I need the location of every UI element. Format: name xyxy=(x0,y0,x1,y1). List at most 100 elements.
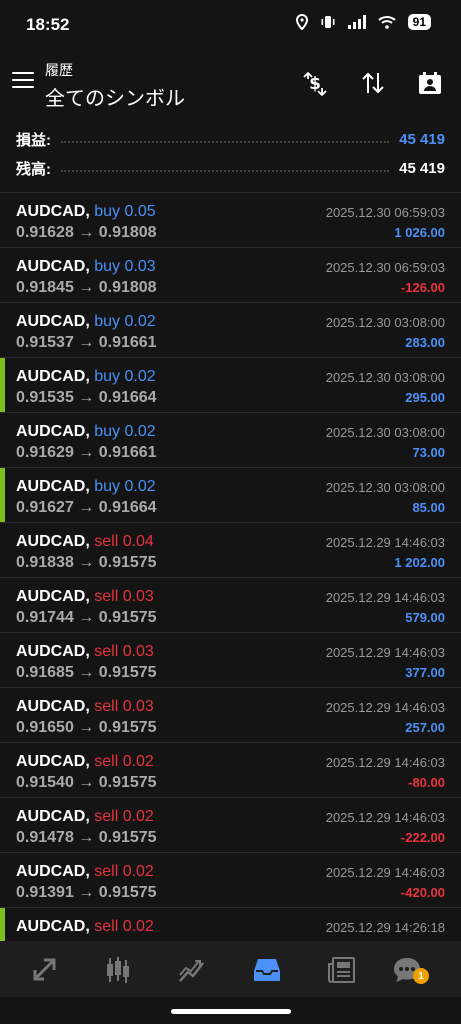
trade-row[interactable]: AUDCAD, sell 0.02 0.91391 → 0.91575 2025.1… xyxy=(0,853,461,908)
trade-prices: 0.91628 → 0.91808 xyxy=(16,224,157,242)
trade-prices: 0.91537 → 0.91661 xyxy=(16,334,157,352)
status-icons: 91 xyxy=(295,14,431,30)
close-price: 0.91575 xyxy=(98,554,157,571)
trade-prices: 0.91478 → 0.91575 xyxy=(16,829,157,847)
arrow-icon: → xyxy=(73,884,99,901)
trade-symbol-line: AUDCAD, buy 0.02 xyxy=(16,368,156,386)
calendar-filter-icon[interactable] xyxy=(415,68,445,98)
position-marker xyxy=(0,908,5,941)
trade-symbol: AUDCAD, xyxy=(16,258,90,275)
vibrate-icon xyxy=(321,16,335,28)
close-price: 0.91664 xyxy=(98,389,157,406)
open-price: 0.91629 xyxy=(16,444,74,461)
arrow-icon: → xyxy=(73,554,99,571)
trade-profit: 257.00 xyxy=(405,720,445,735)
trade-symbol-line: AUDCAD, sell 0.04 xyxy=(16,533,154,551)
trade-symbol-line: AUDCAD, buy 0.02 xyxy=(16,423,156,441)
trade-side: sell 0.02 xyxy=(94,753,154,770)
trade-arrows-icon xyxy=(33,958,56,981)
arrow-icon: → xyxy=(73,829,99,846)
trade-symbol: AUDCAD, xyxy=(16,643,90,660)
trade-symbol: AUDCAD, xyxy=(16,698,90,715)
trend-line-icon xyxy=(179,960,204,982)
open-price: 0.91685 xyxy=(16,664,74,681)
tab-quotes[interactable] xyxy=(176,954,208,986)
trade-symbol-line: AUDCAD, sell 0.03 xyxy=(16,698,154,716)
close-price: 0.91661 xyxy=(98,444,157,461)
trade-row[interactable]: AUDCAD, buy 0.02 0.91535 → 0.91664 2025.12… xyxy=(0,358,461,413)
trade-row[interactable]: AUDCAD, sell 0.04 0.91838 → 0.91575 2025.1… xyxy=(0,523,461,578)
tab-news[interactable] xyxy=(326,954,358,986)
trade-date: 2025.12.30 03:08:00 xyxy=(325,480,445,495)
trade-date: 2025.12.29 14:26:18 xyxy=(325,920,445,935)
trade-row[interactable]: AUDCAD, sell 0.020.91672 → 0.915372025.1… xyxy=(0,908,461,941)
tab-history[interactable] xyxy=(251,954,283,986)
trade-symbol-line: AUDCAD, buy 0.02 xyxy=(16,478,156,496)
trade-row[interactable]: AUDCAD, buy 0.03 0.91845 → 0.91808 2025.12… xyxy=(0,248,461,303)
open-price: 0.91628 xyxy=(16,224,74,241)
trade-symbol-line: AUDCAD, buy 0.03 xyxy=(16,258,156,276)
home-indicator[interactable] xyxy=(171,1009,291,1014)
trade-prices: 0.91650 → 0.91575 xyxy=(16,719,157,737)
trade-row[interactable]: AUDCAD, buy 0.02 0.91629 → 0.91661 2025.12… xyxy=(0,413,461,468)
trade-history-list[interactable]: AUDCAD, buy 0.05 0.91628 → 0.91808 2025.12… xyxy=(0,193,461,941)
arrow-icon: → xyxy=(73,334,99,351)
trade-row[interactable]: AUDCAD, sell 0.02 0.91478 → 0.91575 2025.1… xyxy=(0,798,461,853)
arrow-icon: → xyxy=(73,224,99,241)
dotted-leader xyxy=(61,170,390,172)
trade-date: 2025.12.29 14:46:03 xyxy=(325,700,445,715)
trade-profit: -420.00 xyxy=(400,885,445,900)
trade-symbol: AUDCAD, xyxy=(16,533,90,550)
trade-prices: 0.91744 → 0.91575 xyxy=(16,609,157,627)
trade-symbol: AUDCAD, xyxy=(16,368,90,385)
trade-row[interactable]: AUDCAD, sell 0.03 0.91650 → 0.91575 2025.1… xyxy=(0,688,461,743)
trade-side: sell 0.02 xyxy=(94,918,154,935)
close-price: 0.91661 xyxy=(98,334,157,351)
status-bar: 18:52 91 xyxy=(0,0,461,50)
tab-chart[interactable] xyxy=(102,954,134,986)
notification-badge: 1 xyxy=(413,968,429,984)
trade-side: sell 0.03 xyxy=(94,588,154,605)
trade-symbol: AUDCAD, xyxy=(16,588,90,605)
trade-row[interactable]: AUDCAD, sell 0.03 0.91744 → 0.91575 2025.1… xyxy=(0,578,461,633)
trade-row[interactable]: AUDCAD, sell 0.03 0.91685 → 0.91575 2025.1… xyxy=(0,633,461,688)
status-time: 18:52 xyxy=(26,15,70,34)
symbol-filter-title[interactable]: 全てのシンボル xyxy=(45,82,185,111)
tab-trade[interactable] xyxy=(29,954,61,986)
close-price: 0.91664 xyxy=(98,499,157,516)
close-price: 0.91575 xyxy=(98,829,157,846)
trade-symbol: AUDCAD, xyxy=(16,478,90,495)
wifi-icon xyxy=(377,16,396,29)
sort-icon[interactable] xyxy=(358,68,388,98)
balance-value: 45 419 xyxy=(399,159,445,177)
close-price: 0.91575 xyxy=(98,884,157,901)
trade-date: 2025.12.29 14:46:03 xyxy=(325,865,445,880)
trade-date: 2025.12.30 03:08:00 xyxy=(325,315,445,330)
currency-sort-icon[interactable]: $ xyxy=(300,68,330,98)
trade-profit: 85.00 xyxy=(412,500,445,515)
location-icon xyxy=(295,14,308,30)
open-price: 0.91478 xyxy=(16,829,74,846)
open-price: 0.91540 xyxy=(16,774,74,791)
trade-date: 2025.12.30 06:59:03 xyxy=(325,260,445,275)
trade-row[interactable]: AUDCAD, buy 0.02 0.91537 → 0.91661 2025.12… xyxy=(0,303,461,358)
close-price: 0.91808 xyxy=(98,224,157,241)
trade-row[interactable]: AUDCAD, buy 0.05 0.91628 → 0.91808 2025.12… xyxy=(0,193,461,248)
trade-date: 2025.12.30 06:59:03 xyxy=(325,205,445,220)
menu-icon[interactable] xyxy=(12,72,34,92)
arrow-icon: → xyxy=(73,279,99,296)
trade-symbol: AUDCAD, xyxy=(16,313,90,330)
trade-row[interactable]: AUDCAD, buy 0.02 0.91627 → 0.91664 2025.12… xyxy=(0,468,461,523)
open-price: 0.91627 xyxy=(16,499,74,516)
bottom-tab-bar: 1 xyxy=(0,941,461,997)
trade-symbol-line: AUDCAD, sell 0.03 xyxy=(16,588,154,606)
trade-date: 2025.12.29 14:46:03 xyxy=(325,645,445,660)
trade-profit: 1 026.00 xyxy=(394,225,445,240)
trade-side: buy 0.05 xyxy=(94,203,156,220)
arrow-icon: → xyxy=(73,719,99,736)
trade-row[interactable]: AUDCAD, sell 0.02 0.91540 → 0.91575 2025.1… xyxy=(0,743,461,798)
tab-messages[interactable]: 1 xyxy=(391,954,429,986)
arrow-icon: → xyxy=(73,774,99,791)
trade-profit: 377.00 xyxy=(405,665,445,680)
close-price: 0.91575 xyxy=(98,774,157,791)
